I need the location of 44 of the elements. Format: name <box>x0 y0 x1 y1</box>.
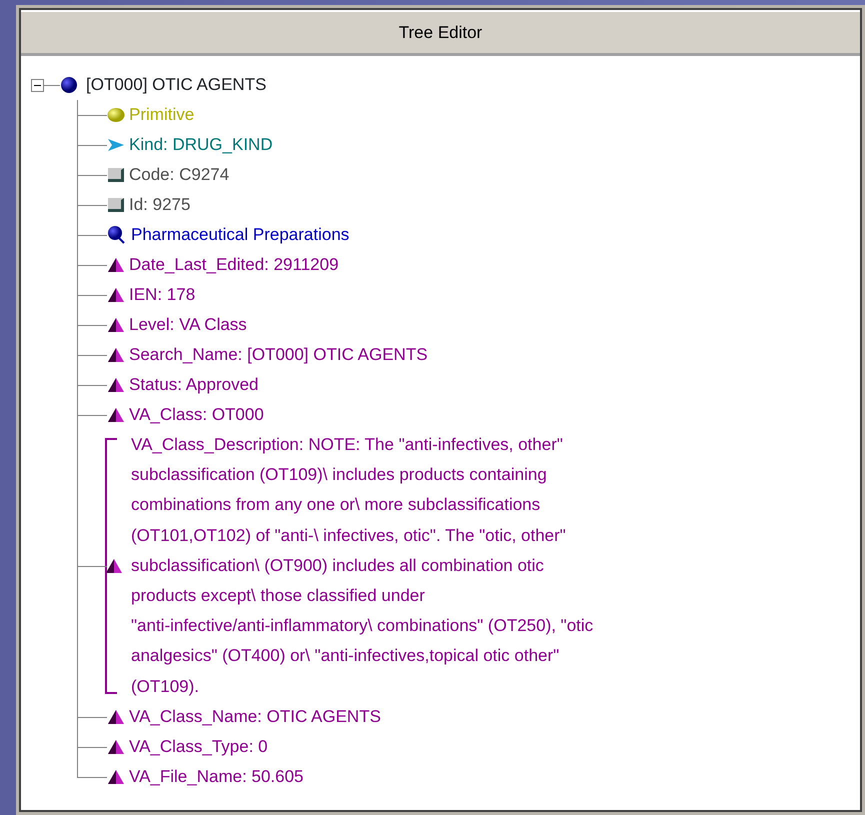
panel-title: Tree Editor <box>21 10 860 56</box>
tree-line <box>77 732 107 762</box>
cone-icon <box>107 407 125 423</box>
cone-icon <box>107 377 125 393</box>
tree-line <box>77 100 107 130</box>
tree-line <box>77 340 107 370</box>
tree-line <box>77 220 107 250</box>
tree-line <box>77 160 107 190</box>
cone-icon <box>105 558 123 574</box>
tree-line <box>77 370 107 400</box>
tree-node[interactable]: Status: Approved <box>129 370 258 400</box>
cone-icon <box>107 317 125 333</box>
cone-icon <box>107 738 125 755</box>
tree-line <box>77 310 107 340</box>
square-icon <box>107 197 125 213</box>
tree-node[interactable]: IEN: 178 <box>129 280 196 310</box>
tree-line <box>77 130 107 160</box>
tree-node[interactable]: VA_File_Name: 50.605 <box>129 762 304 792</box>
cone-icon <box>107 347 125 363</box>
tree-node[interactable]: [OT000] OTIC AGENTS <box>86 70 266 100</box>
cone-icon <box>107 768 125 785</box>
square-icon <box>107 167 125 183</box>
tree-node[interactable]: VA_Class_Description: NOTE: The "anti-infectives, other" subclassification (OT109)\ includes products containing combinations from any one or\ more subclassifications (OT101,OT102) of "anti-\ infectives, otic". The "otic, other" subclassification\ (OT900) includes all combination otic products except\ those classified under "anti-infective/anti-inflammatory\ combinations" (OT250), "otic analgesics" (OT400) or\ "anti-infectives,topical otic other" (OT109). <box>131 430 594 702</box>
tree-node[interactable]: Pharmaceutical Preparations <box>131 220 350 250</box>
cone-icon <box>107 257 125 273</box>
tree-node[interactable]: VA_Class: OT000 <box>129 400 264 430</box>
tree-node[interactable]: Kind: DRUG_KIND <box>129 130 273 160</box>
tree-node[interactable]: VA_Class_Type: 0 <box>129 732 268 762</box>
tree-node[interactable]: Code: C9274 <box>129 160 230 190</box>
tree-line <box>77 190 107 220</box>
triangle-icon <box>107 138 125 152</box>
tree-node[interactable]: VA_Class_Name: OTIC AGENTS <box>129 702 381 732</box>
tree-node[interactable]: Date_Last_Edited: 2911209 <box>129 250 339 280</box>
tree-line <box>77 250 107 280</box>
ball-icon <box>107 107 125 123</box>
magnifier-icon <box>107 225 127 245</box>
tree-node[interactable]: Search_Name: [OT000] OTIC AGENTS <box>129 340 428 370</box>
tree-line <box>77 280 107 310</box>
cone-icon <box>107 708 125 725</box>
ball-icon <box>60 76 78 94</box>
expander-icon[interactable] <box>31 78 44 92</box>
tree-node[interactable]: Id: 9275 <box>129 190 190 220</box>
cone-icon <box>107 287 125 303</box>
tree-node[interactable]: Level: VA Class <box>129 310 247 340</box>
